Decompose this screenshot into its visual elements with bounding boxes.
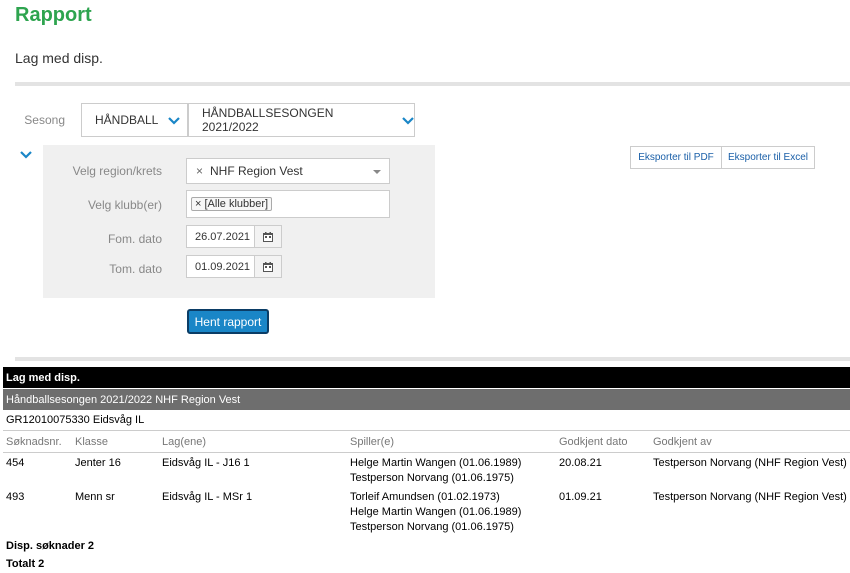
region-label: Velg region/krets (72, 164, 162, 178)
cell-dato: 20.08.21 (559, 457, 602, 469)
report-organization: GR12010075330 Eidsvåg IL (6, 414, 145, 426)
club-multiselect[interactable]: × [Alle klubber] (186, 190, 390, 218)
disp-count: Disp. søknader 2 (6, 540, 95, 552)
divider (15, 82, 850, 86)
club-tag-remove-icon[interactable]: × (195, 198, 201, 210)
to-date-input[interactable]: 01.09.2021 (186, 255, 255, 278)
column-header: Godkjent av (653, 436, 712, 448)
divider (3, 452, 850, 453)
cell-klasse: Jenter 16 (75, 457, 121, 469)
sport-select-value: HÅNDBALL (95, 113, 159, 127)
column-header: Spiller(e) (350, 436, 395, 448)
chevron-down-icon (402, 113, 414, 128)
page-subtitle: Lag med disp. (15, 50, 103, 66)
cell-lag: Eidsvåg IL - J16 1 (162, 457, 250, 469)
from-date-input[interactable]: 26.07.2021 (186, 225, 255, 248)
season-select-value: HÅNDBALLSESONGEN 2021/2022 (202, 106, 334, 134)
sport-select[interactable]: HÅNDBALL (81, 103, 188, 137)
column-header: Søknadsnr. (6, 436, 62, 448)
club-tag-label: [Alle klubber] (204, 198, 269, 210)
region-select-value: NHF Region Vest (210, 164, 303, 178)
to-date-calendar-button[interactable] (254, 255, 282, 278)
calendar-icon (263, 261, 273, 272)
cell-godkjent-av: Testperson Norvang (NHF Region Vest) (653, 457, 847, 469)
cell-spiller: Torleif Amundsen (01.02.1973) (350, 491, 500, 503)
cell-godkjent-av: Testperson Norvang (NHF Region Vest) (653, 491, 847, 503)
cell-spiller: Testperson Norvang (01.06.1975) (350, 521, 514, 533)
fetch-report-button[interactable]: Hent rapport (187, 309, 269, 334)
cell-nr: 454 (6, 457, 25, 469)
season-label: Sesong (24, 113, 65, 127)
page-title: Rapport (15, 4, 92, 26)
cell-spiller: Helge Martin Wangen (01.06.1989) (350, 457, 522, 469)
export-pdf-button[interactable]: Eksporter til PDF (630, 146, 722, 169)
calendar-icon (263, 231, 273, 242)
collapse-toggle-icon[interactable] (20, 148, 32, 162)
region-clear-icon[interactable]: × (196, 164, 203, 178)
export-excel-button[interactable]: Eksporter til Excel (721, 146, 815, 169)
cell-spiller: Testperson Norvang (01.06.1975) (350, 472, 514, 484)
divider (15, 357, 850, 361)
cell-lag: Eidsvåg IL - MSr 1 (162, 491, 253, 503)
cell-spiller: Helge Martin Wangen (01.06.1989) (350, 506, 522, 518)
report-heading: Lag med disp. (3, 367, 850, 388)
from-date-label: Fom. dato (107, 232, 162, 246)
cell-nr: 493 (6, 491, 25, 503)
to-date-label: Tom. dato (109, 262, 162, 276)
season-select[interactable]: HÅNDBALLSESONGEN 2021/2022 (188, 103, 415, 137)
total-count: Totalt 2 (6, 558, 45, 570)
club-tag[interactable]: × [Alle klubber] (191, 197, 273, 211)
caret-down-icon (373, 164, 381, 178)
column-header: Lag(ene) (162, 436, 207, 448)
divider (3, 430, 850, 431)
cell-dato: 01.09.21 (559, 491, 602, 503)
region-select[interactable]: × NHF Region Vest (186, 158, 390, 184)
chevron-down-icon (168, 113, 181, 128)
column-header: Godkjent dato (559, 436, 628, 448)
report-season-region: Håndballsesongen 2021/2022 NHF Region Ve… (3, 389, 850, 410)
column-header: Klasse (75, 436, 109, 448)
club-label: Velg klubb(er) (87, 198, 162, 212)
cell-klasse: Menn sr (75, 491, 115, 503)
from-date-calendar-button[interactable] (254, 225, 282, 248)
